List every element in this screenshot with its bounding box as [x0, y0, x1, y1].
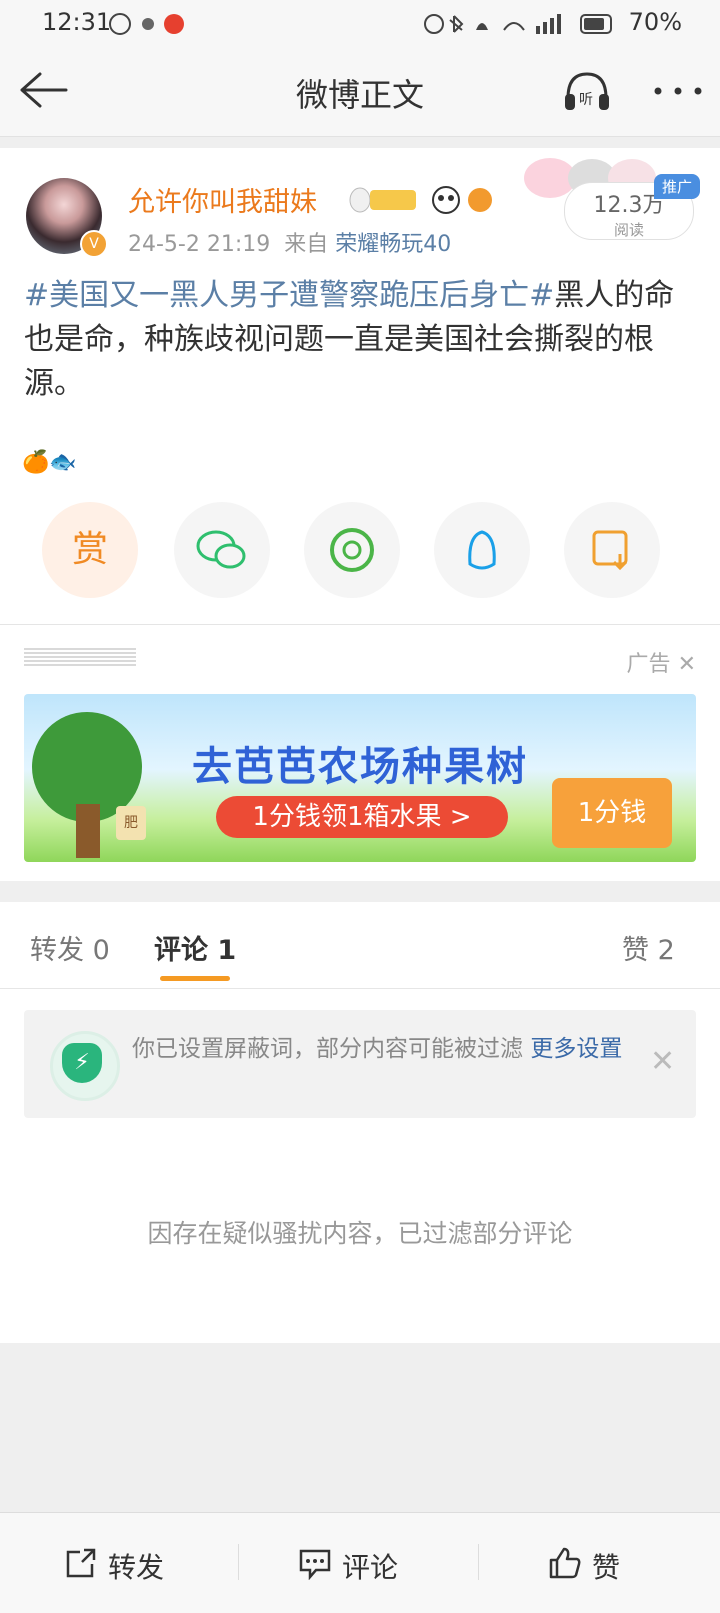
tab-comment[interactable]: 评论 1 — [154, 928, 236, 967]
notice-message: 你已设置屏蔽词，部分内容可能被过滤 — [132, 1036, 523, 1062]
status-system-icons — [424, 14, 561, 34]
wechat-icon — [196, 530, 246, 569]
filter-notice-text: 你已设置屏蔽词，部分内容可能被过滤 更多设置 — [132, 1032, 632, 1066]
ad-title: 去芭芭农场种果树 — [192, 744, 528, 790]
post-topic-link[interactable]: #美国又一黑人男子遭警察跪压后身亡# — [24, 278, 554, 313]
tab-like[interactable]: 赞 2 — [622, 928, 675, 967]
share-qq-button[interactable] — [434, 502, 530, 598]
repost-icon[interactable] — [64, 1548, 98, 1580]
status-time: 12:31 — [42, 8, 112, 36]
post-time: 24-5-2 21:19 — [128, 232, 271, 257]
svg-text:听: 听 — [579, 92, 593, 108]
ad-price-box: 1分钱 — [552, 778, 672, 848]
bottom-repost-button[interactable]: 转发 — [108, 1546, 164, 1586]
ad-sponsor-blurred — [24, 648, 136, 666]
save-image-icon — [592, 530, 628, 571]
fertilizer-bag: 肥 — [116, 806, 146, 840]
post-username[interactable]: 允许你叫我甜妹 — [128, 180, 317, 219]
like-thumb-icon[interactable] — [548, 1546, 582, 1580]
status-notification-icons — [109, 13, 184, 35]
more-options-icon[interactable] — [652, 84, 704, 98]
ad-label[interactable]: 广告 ✕ — [627, 646, 696, 678]
post-emojis: 🍊🐟 — [22, 450, 77, 475]
page-title: 微博正文 — [295, 76, 424, 114]
verified-badge-icon: V — [80, 230, 108, 258]
divider — [478, 1544, 479, 1580]
ad-banner[interactable]: 肥 去芭芭农场种果树 1分钱领1箱水果 > 1分钱 — [24, 694, 696, 862]
post-meta: 24-5-2 21:19 来自 荣耀畅玩40 — [128, 226, 451, 258]
tree-trunk — [76, 804, 100, 858]
close-icon[interactable]: ✕ — [650, 1044, 675, 1079]
moments-icon — [330, 528, 374, 572]
battery-percent: 70% — [628, 8, 682, 36]
comment-icon[interactable] — [298, 1548, 332, 1580]
promo-badge: 推广 — [654, 174, 701, 199]
tab-repost[interactable]: 转发 0 — [30, 928, 110, 967]
close-icon[interactable]: ✕ — [678, 652, 696, 677]
bottom-comment-button[interactable]: 评论 — [342, 1546, 398, 1586]
qq-icon — [468, 530, 496, 570]
status-bar: 12:31 70% — [0, 0, 720, 48]
bottom-like-button[interactable]: 赞 — [592, 1546, 620, 1586]
user-badges-icon — [349, 186, 492, 214]
more-settings-link[interactable]: 更多设置 — [530, 1036, 622, 1062]
listen-headphones-icon[interactable]: 听 — [562, 68, 612, 116]
share-wechat-button[interactable] — [174, 502, 270, 598]
share-row: 赏 — [0, 502, 720, 602]
post-from-prefix: 来自 — [284, 232, 329, 257]
post-source[interactable]: 荣耀畅玩40 — [335, 232, 451, 257]
filtered-comments-text: 因存在疑似骚扰内容，已过滤部分评论 — [147, 1219, 573, 1248]
reward-button[interactable]: 赏 — [42, 502, 138, 598]
divider — [238, 1544, 239, 1580]
read-label: 阅读 — [613, 221, 644, 239]
post-body: #美国又一黑人男子遭警察跪压后身亡#黑人的命也是命，种族歧视问题一直是美国社会撕… — [24, 274, 704, 406]
save-image-button[interactable] — [564, 502, 660, 598]
ad-cta-button[interactable]: 1分钱领1箱水果 > — [216, 796, 508, 838]
nav-bar: 微博正文 听 — [0, 48, 720, 137]
battery-icon — [580, 14, 612, 34]
share-moments-button[interactable] — [304, 502, 400, 598]
shield-icon: ⚡ — [62, 1043, 102, 1083]
ad-label-text: 广告 — [626, 652, 671, 677]
tab-active-indicator — [160, 976, 230, 981]
